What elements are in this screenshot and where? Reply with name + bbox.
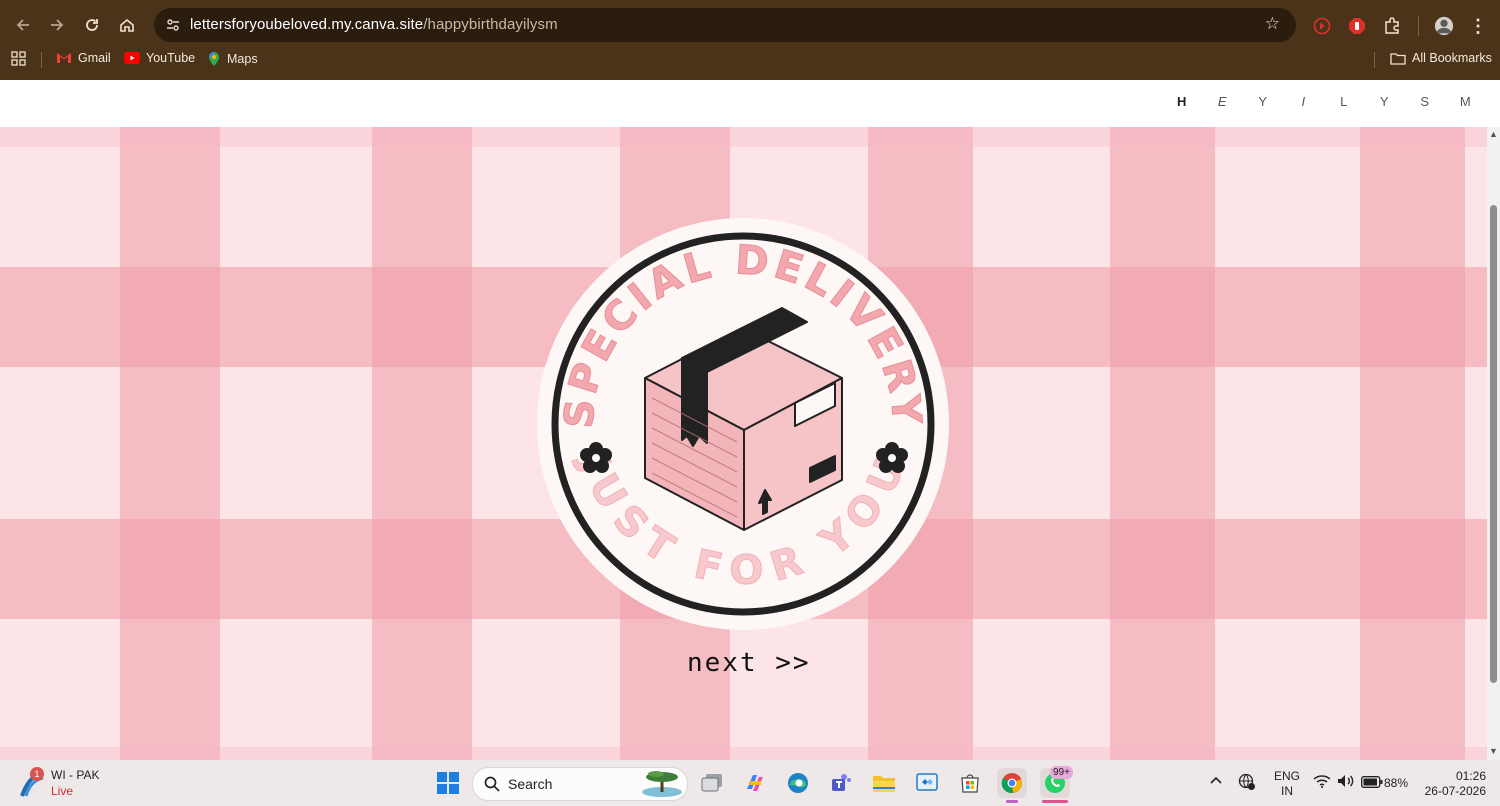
chrome-taskbar-icon[interactable] <box>997 768 1027 803</box>
language-indicator[interactable]: ENG IN <box>1274 769 1300 799</box>
page-scrollbar[interactable]: ▲ ▼ <box>1487 127 1500 760</box>
site-info-icon[interactable] <box>162 14 184 36</box>
microsoft-store-icon[interactable] <box>955 768 985 798</box>
back-button[interactable] <box>8 10 38 40</box>
next-button[interactable]: next >> <box>687 648 811 678</box>
bookmark-label: YouTube <box>146 51 196 65</box>
all-bookmarks-label: All Bookmarks <box>1412 51 1492 65</box>
bookmarks-divider-right <box>1374 52 1375 68</box>
taskbar-search[interactable]: Search <box>472 767 688 801</box>
whatsapp-badge: 99+ <box>1050 766 1073 779</box>
whatsapp-active-indicator <box>1042 800 1068 803</box>
special-delivery-badge: SPECIAL DELIVERY JUST FOR YOU <box>537 218 949 630</box>
search-highlight-tree-icon <box>642 771 682 797</box>
bookmarks-bar: Gmail YouTube Maps All Bookmarks <box>0 46 1500 74</box>
hero-section: SPECIAL DELIVERY JUST FOR YOU <box>0 127 1487 760</box>
browser-menu-icon[interactable]: ⋮ <box>1468 16 1488 36</box>
bookmark-star-icon[interactable]: ☆ <box>1265 14 1280 34</box>
widget-badge: 1 <box>30 767 44 781</box>
bookmark-label: Gmail <box>78 51 111 65</box>
task-view-icon[interactable] <box>697 768 727 798</box>
site-nav-letter[interactable]: L <box>1324 94 1365 109</box>
site-nav-letter[interactable]: E <box>1203 94 1244 109</box>
home-button[interactable] <box>112 10 142 40</box>
gmail-icon <box>57 53 71 63</box>
site-nav-letter[interactable]: I <box>1284 94 1325 109</box>
edge-browser-icon[interactable] <box>783 768 813 798</box>
bookmarks-divider <box>41 52 42 68</box>
bookmark-youtube[interactable]: YouTube <box>124 51 195 65</box>
widget-subtitle: Live <box>51 784 74 798</box>
profile-avatar-icon[interactable] <box>1434 16 1454 36</box>
forward-arrow-icon <box>51 19 64 31</box>
wifi-icon[interactable] <box>1313 774 1331 791</box>
weather-widget[interactable]: 1 WI - PAK Live <box>18 767 128 801</box>
folder-icon <box>1390 52 1406 65</box>
url-path: /happybirthdayilysm <box>423 16 558 33</box>
site-nav-letter[interactable]: Y <box>1243 94 1284 109</box>
search-icon <box>484 776 500 792</box>
site-nav: HEYILYSM <box>1162 94 1486 109</box>
whatsapp-taskbar-icon[interactable]: 99+ <box>1040 766 1073 803</box>
back-arrow-icon <box>16 19 29 31</box>
reload-button[interactable] <box>77 10 107 40</box>
bookmark-label: Maps <box>227 52 258 66</box>
site-header: HEYILYSM <box>0 80 1500 127</box>
windows-start-icon[interactable] <box>433 768 463 798</box>
bookmark-maps[interactable]: Maps <box>207 51 258 67</box>
teams-icon[interactable] <box>826 768 856 798</box>
clock-date: 26-07-2026 <box>1424 784 1486 798</box>
address-bar[interactable]: lettersforyoubeloved.my.canva.site/happy… <box>154 8 1296 42</box>
clock[interactable]: 01:26 26-07-2026 <box>1420 769 1486 799</box>
toolbar-divider <box>1418 16 1419 36</box>
show-hidden-icons-icon[interactable] <box>1209 774 1223 788</box>
all-bookmarks-button[interactable]: All Bookmarks <box>1390 51 1492 65</box>
site-nav-letter[interactable]: Y <box>1365 94 1406 109</box>
search-label: Search <box>508 776 553 792</box>
extension-record-icon[interactable] <box>1312 16 1332 36</box>
extension-stop-icon[interactable] <box>1347 16 1367 36</box>
widget-title: WI - PAK <box>51 768 100 782</box>
maps-icon <box>209 52 219 66</box>
youtube-icon <box>124 52 140 64</box>
home-icon <box>120 18 134 32</box>
site-nav-letter[interactable]: S <box>1405 94 1446 109</box>
site-nav-letter[interactable]: H <box>1162 94 1203 109</box>
apps-grid-icon[interactable] <box>11 51 26 66</box>
battery-percent: 88% <box>1384 776 1409 790</box>
scroll-down-icon[interactable]: ▼ <box>1489 747 1498 756</box>
network-globe-icon[interactable] <box>1238 773 1256 794</box>
remote-desktop-icon[interactable] <box>912 768 942 798</box>
browser-toolbar: lettersforyoubeloved.my.canva.site/happy… <box>0 6 1500 44</box>
url-host: lettersforyoubeloved.my.canva.site <box>190 16 424 33</box>
copilot-icon[interactable] <box>740 768 770 798</box>
bookmark-gmail[interactable]: Gmail <box>56 51 111 65</box>
forward-button[interactable] <box>42 10 72 40</box>
file-explorer-icon[interactable] <box>869 768 899 798</box>
browser-frame: lettersforyoubeloved.my.canva.site/happy… <box>0 0 1500 80</box>
url-text: lettersforyoubeloved.my.canva.site/happy… <box>190 16 558 33</box>
clock-time: 01:26 <box>1455 769 1486 783</box>
battery-icon[interactable] <box>1361 776 1383 791</box>
scroll-up-icon[interactable]: ▲ <box>1489 130 1498 139</box>
taskbar: 1 WI - PAK Live Search 99+ ENG IN 88% 01… <box>0 760 1500 806</box>
reload-icon <box>86 19 98 31</box>
language-region: IN <box>1281 784 1293 798</box>
chrome-active-indicator <box>1006 800 1018 803</box>
site-nav-letter[interactable]: M <box>1446 94 1487 109</box>
scrollbar-thumb[interactable] <box>1490 205 1497 683</box>
volume-icon[interactable] <box>1337 774 1355 791</box>
extensions-puzzle-icon[interactable] <box>1382 16 1402 36</box>
language-code: ENG <box>1274 769 1301 783</box>
